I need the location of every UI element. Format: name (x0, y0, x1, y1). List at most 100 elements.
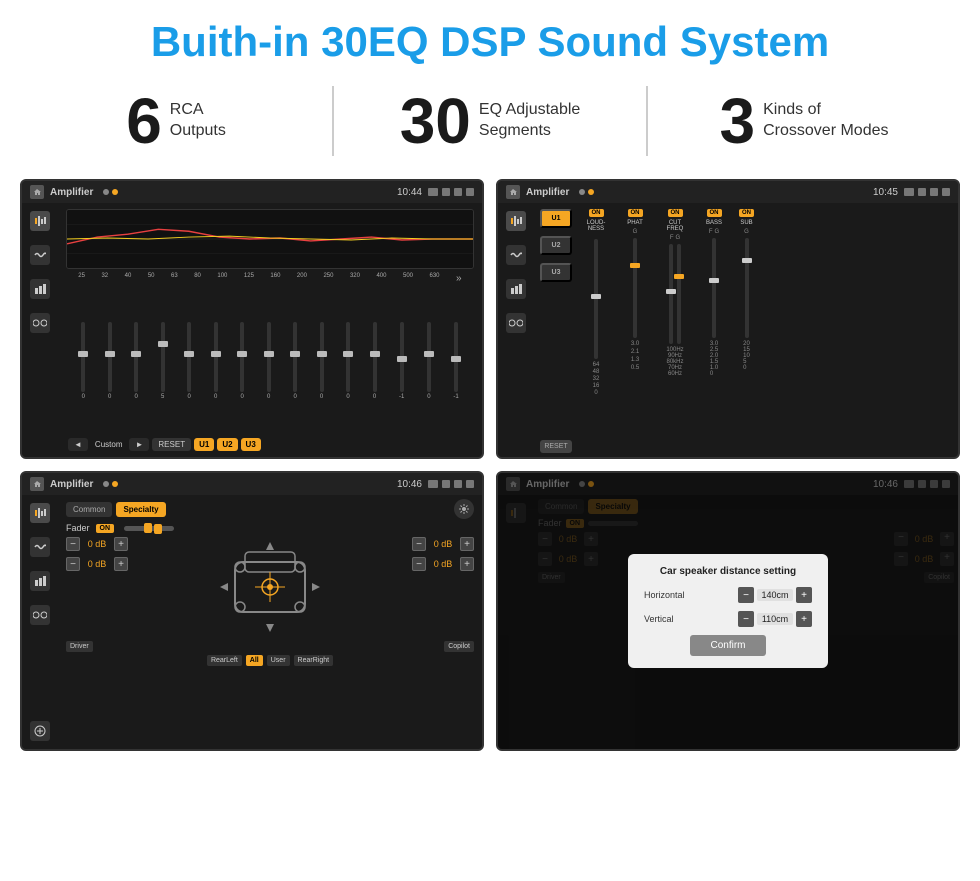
settings-icon[interactable] (454, 499, 474, 519)
db-plus-1[interactable]: + (114, 557, 128, 571)
eq-slider-10[interactable]: 0 (346, 320, 350, 400)
sub-label: SUB (740, 220, 752, 226)
loudness-label: LOUD-NESS (587, 220, 606, 232)
phat-on[interactable]: ON (628, 209, 643, 217)
db-minus-3[interactable]: − (412, 557, 426, 571)
fader-horizontal-slider[interactable] (124, 526, 174, 531)
eq-slider-3[interactable]: 5 (161, 320, 165, 400)
db-minus-2[interactable]: − (412, 537, 426, 551)
eq-val-7: 0 (267, 394, 270, 400)
eq-slider-8[interactable]: 0 (293, 320, 297, 400)
sub-channel: ON SUB G 20 15 10 5 0 (734, 209, 759, 453)
u3-preset-btn[interactable]: U3 (540, 263, 572, 282)
eq-u3-button[interactable]: U3 (241, 438, 261, 451)
eq-slider-5[interactable]: 0 (214, 320, 218, 400)
eq-slider-7[interactable]: 0 (267, 320, 271, 400)
crossover-presets-col: U1 U2 U3 RESET (540, 209, 572, 453)
eq-sidebar-icon-4[interactable] (30, 313, 50, 333)
eq-slider-11[interactable]: 0 (373, 320, 377, 400)
db-plus-0[interactable]: + (114, 537, 128, 551)
eq-slider-0[interactable]: 0 (81, 320, 85, 400)
loudness-on[interactable]: ON (589, 209, 604, 217)
sub-vals: 20 15 10 5 0 (743, 341, 750, 371)
eq-slider-4[interactable]: 0 (187, 320, 191, 400)
crossover-sidebar-icon-1[interactable] (506, 211, 526, 231)
db-plus-3[interactable]: + (460, 557, 474, 571)
eq-slider-1[interactable]: 0 (108, 320, 112, 400)
fader-sidebar-icon-2[interactable] (30, 537, 50, 557)
eq-slider-2[interactable]: 0 (134, 320, 138, 400)
eq-status-bar: Amplifier 10:44 (22, 181, 482, 203)
freq-125: 125 (244, 273, 254, 284)
home-icon-3[interactable] (30, 477, 44, 491)
fader-sidebar-icon-1[interactable] (30, 503, 50, 523)
eq-val-3: 5 (161, 394, 164, 400)
phat-channel: ON PHAT G 3.0 2.1 1.3 0.5 (620, 209, 650, 453)
eq-track-0 (81, 322, 85, 392)
fader-sidebar-icon-4[interactable] (30, 605, 50, 625)
vertical-minus-btn[interactable]: − (738, 611, 754, 627)
eq-slider-12[interactable]: -1 (399, 320, 404, 400)
fader-screen: Amplifier 10:46 (20, 471, 484, 751)
phat-thumb (630, 263, 640, 268)
db-minus-1[interactable]: − (66, 557, 80, 571)
eq-sidebar-icon-3[interactable] (30, 279, 50, 299)
horizontal-plus-btn[interactable]: + (796, 587, 812, 603)
confirm-button[interactable]: Confirm (690, 635, 765, 656)
fader-tab-common[interactable]: Common (66, 502, 112, 517)
eq-u1-button[interactable]: U1 (194, 438, 214, 451)
db-minus-0[interactable]: − (66, 537, 80, 551)
eq-next-button[interactable]: ► (129, 438, 149, 451)
crossover-sidebar-icon-3[interactable] (506, 279, 526, 299)
eq-prev-button[interactable]: ◄ (68, 438, 88, 451)
eq-track-13 (427, 322, 431, 392)
crossover-reset-btn[interactable]: RESET (540, 440, 572, 453)
freq-320: 320 (350, 273, 360, 284)
fader-rearleft-btn[interactable]: RearLeft (207, 655, 242, 666)
eq-track-11 (373, 322, 377, 392)
eq-thumb-0 (78, 351, 88, 357)
eq-sidebar-icon-1[interactable] (30, 211, 50, 231)
vertical-plus-btn[interactable]: + (796, 611, 812, 627)
fader-tab-specialty[interactable]: Specialty (116, 502, 165, 517)
eq-reset-button[interactable]: RESET (152, 438, 191, 451)
sub-on[interactable]: ON (739, 209, 754, 217)
eq-slider-13[interactable]: 0 (427, 320, 431, 400)
u2-preset-btn[interactable]: U2 (540, 236, 572, 255)
eq-u2-button[interactable]: U2 (217, 438, 237, 451)
db-plus-2[interactable]: + (460, 537, 474, 551)
crossover-main: U1 U2 U3 RESET ON LOUD-NESS 6 (534, 203, 958, 457)
stat-crossover: 3 Kinds ofCrossover Modes (668, 89, 940, 153)
crossover-sidebar-icon-4[interactable] (506, 313, 526, 333)
home-icon[interactable] (30, 185, 44, 199)
fader-tab-row: Common Specialty (66, 502, 166, 517)
bass-on[interactable]: ON (707, 209, 722, 217)
fader-rearright-btn[interactable]: RearRight (294, 655, 334, 666)
fader-on-btn[interactable]: ON (96, 524, 115, 533)
fader-sidebar-icon-5[interactable] (30, 721, 50, 741)
freq-32: 32 (101, 273, 108, 284)
fader-sidebar-icon-3[interactable] (30, 571, 50, 591)
eq-thumb-8 (290, 351, 300, 357)
home-icon-2[interactable] (506, 185, 520, 199)
eq-slider-6[interactable]: 0 (240, 320, 244, 400)
fader-status-icons (428, 480, 474, 488)
eq-slider-14[interactable]: -1 (453, 320, 458, 400)
cutfreq-f-thumb (666, 289, 676, 294)
fader-copilot-btn[interactable]: Copilot (444, 641, 474, 652)
horizontal-minus-btn[interactable]: − (738, 587, 754, 603)
fader-time: 10:46 (397, 479, 422, 490)
eq-thumb-5 (211, 351, 221, 357)
u1-preset-btn[interactable]: U1 (540, 209, 572, 228)
eq-preset-label: Custom (91, 438, 127, 451)
bass-sliders (712, 238, 716, 338)
fader-driver-btn[interactable]: Driver (66, 641, 93, 652)
more-button[interactable]: » (456, 273, 462, 284)
cutfreq-on[interactable]: ON (668, 209, 683, 217)
crossover-sidebar-icon-2[interactable] (506, 245, 526, 265)
stat-rca-label: RCAOutputs (170, 100, 226, 142)
fader-all-btn[interactable]: All (246, 655, 263, 666)
fader-user-btn[interactable]: User (267, 655, 290, 666)
eq-sidebar-icon-2[interactable] (30, 245, 50, 265)
eq-slider-9[interactable]: 0 (320, 320, 324, 400)
